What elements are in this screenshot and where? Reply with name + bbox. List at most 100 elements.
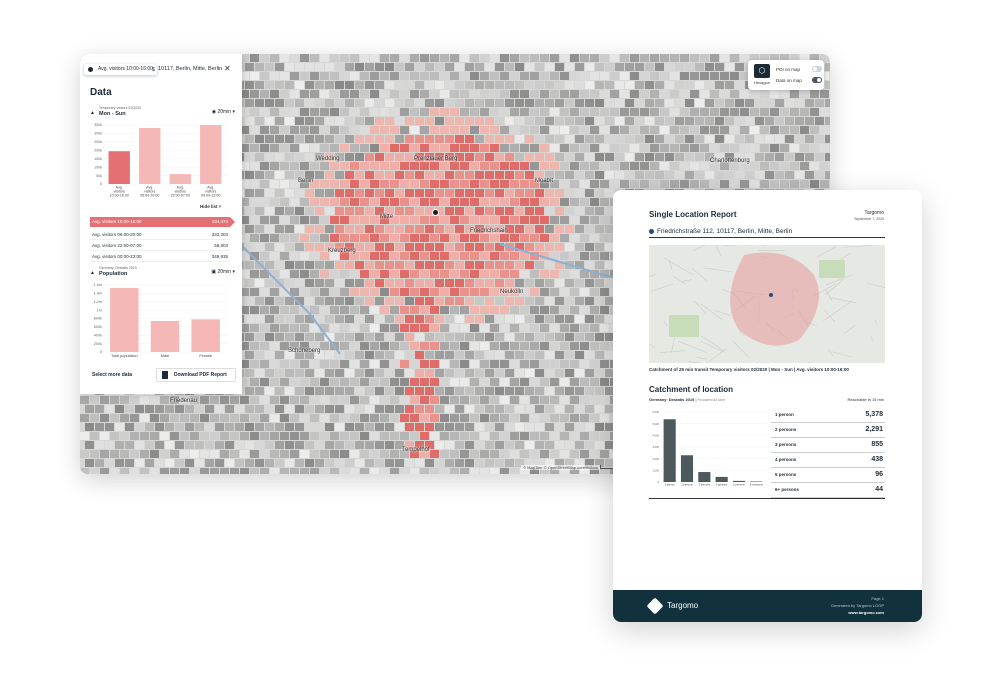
- hexagon-cell: [400, 288, 409, 296]
- hexagon-cell: [470, 414, 479, 422]
- poi-toggle-row[interactable]: POI on map: [776, 66, 822, 72]
- list-item[interactable]: Avg. visitors 00:00-23:00 349,935: [90, 252, 230, 262]
- chevron-up-icon[interactable]: ▲: [90, 110, 95, 116]
- chip-close[interactable]: $: [152, 67, 155, 73]
- hexagon-cell: [280, 324, 289, 332]
- hide-list-toggle[interactable]: Hide list ˄: [200, 204, 221, 209]
- transport-selector[interactable]: ▣ 20min ▾: [211, 269, 235, 275]
- report-address: Friedrichstraße 112, 10117, Berlin, Mitt…: [649, 228, 885, 238]
- hexagon-cell: [540, 54, 549, 62]
- hexagon-cell: [610, 72, 619, 80]
- x-tick-label: Total population: [111, 354, 138, 358]
- hexagon-cell: [255, 441, 264, 449]
- hexagon-cell: [590, 198, 599, 206]
- data-toggle-row[interactable]: Data on map: [776, 77, 822, 83]
- hexagon-cell: [440, 144, 449, 152]
- hexagon-cell: [335, 135, 344, 143]
- hexagon-cell: [125, 405, 134, 413]
- selection-chip[interactable]: Avg. visitors 10:00-16:00: [84, 64, 157, 75]
- hexagon-cell: [720, 108, 729, 116]
- hexagon-cell: [810, 126, 819, 134]
- hexagon-cell: [640, 126, 649, 134]
- hexagon-cell: [435, 63, 444, 71]
- hexagon-cell: [560, 198, 569, 206]
- hexagon-cell: [285, 63, 294, 71]
- hexagon-cell: [530, 54, 539, 62]
- y-tick-label: 350k: [94, 123, 102, 127]
- hexagon-cell: [580, 342, 589, 350]
- hexagon-cell: [270, 144, 279, 152]
- hexagon-cell: [345, 423, 354, 431]
- hexagon-cell: [255, 387, 264, 395]
- hexagon-cell: [465, 333, 474, 341]
- hexagon-cell: [370, 396, 379, 404]
- hexagon-cell: [765, 117, 774, 125]
- hexagon-cell: [260, 288, 269, 296]
- hexagon-cell: [505, 297, 514, 305]
- chevron-up-icon[interactable]: ▲: [90, 270, 95, 276]
- map-attribution[interactable]: © MapTiler © OpenStreetMap contributors: [521, 465, 600, 470]
- hexagon-cell: [325, 297, 334, 305]
- hexagon-cell: [575, 63, 584, 71]
- hexagon-cell: [415, 207, 424, 215]
- hexagon-cell: [460, 162, 469, 170]
- hexagon-cell: [170, 432, 179, 440]
- hexagon-cell: [370, 180, 379, 188]
- hexagon-cell: [280, 378, 289, 386]
- hexagon-cell: [760, 144, 769, 152]
- hexagon-cell: [565, 225, 574, 233]
- hexagon-cell: [600, 180, 609, 188]
- hexagon-cell: [255, 153, 264, 161]
- hexagon-cell: [735, 135, 744, 143]
- download-pdf-button[interactable]: Download PDF Report: [156, 368, 236, 382]
- hexagon-cell: [280, 108, 289, 116]
- list-item[interactable]: Avg. visitors 06:00-20:00 332,303: [90, 230, 230, 240]
- visitors-section-header[interactable]: ▲ Temporary visitors 02/2020 Mon - Sun ◉…: [90, 106, 235, 122]
- hexagon-cell: [245, 225, 254, 233]
- hexagon-cell: [500, 162, 509, 170]
- hexagon-cell: [565, 297, 574, 305]
- hexagon-cell: [620, 126, 629, 134]
- hexagon-cell: [520, 234, 529, 242]
- hexagon-cell: [560, 180, 569, 188]
- hexagon-layer-icon[interactable]: ⬡: [754, 64, 770, 78]
- hexagon-cell: [330, 144, 339, 152]
- hexagon-cell: [570, 288, 579, 296]
- hexagon-cell: [360, 90, 369, 98]
- hexagon-cell: [460, 252, 469, 260]
- hexagon-cell: [315, 63, 324, 71]
- hexagon-cell: [225, 423, 234, 431]
- hexagon-cell: [330, 378, 339, 386]
- hexagon-cell: [665, 117, 674, 125]
- location-pin-icon[interactable]: [432, 209, 439, 216]
- hexagon-cell: [295, 207, 304, 215]
- hexagon-cell: [375, 171, 384, 179]
- hexagon-cell: [260, 198, 269, 206]
- hexagon-cell: [275, 171, 284, 179]
- hexagon-cell: [355, 99, 364, 107]
- transport-selector[interactable]: ◉ 20min ▾: [212, 109, 235, 115]
- data-toggle-switch[interactable]: [812, 77, 822, 83]
- hexagon-cell: [225, 459, 234, 467]
- row-label: 6+ persons: [775, 487, 799, 492]
- hexagon-cell: [405, 261, 414, 269]
- hexagon-cell: [355, 423, 364, 431]
- hexagon-cell: [335, 315, 344, 323]
- hexagon-cell: [280, 360, 289, 368]
- hexagon-cell: [525, 171, 534, 179]
- hexagon-cell: [590, 378, 599, 386]
- hexagon-cell: [540, 90, 549, 98]
- list-item[interactable]: Avg. visitors 22:00-07:00 58,803: [90, 241, 230, 251]
- hexagon-cell: [495, 279, 504, 287]
- select-more-data-button[interactable]: Select more data: [92, 372, 132, 378]
- population-section-header[interactable]: ▲ Germany: Destatis 2019 Population ▣ 20…: [90, 266, 235, 282]
- hexagon-cell: [470, 216, 479, 224]
- poi-toggle-switch[interactable]: [812, 66, 822, 72]
- close-icon[interactable]: ✕: [224, 64, 231, 73]
- hexagon-cell: [265, 99, 274, 107]
- list-item[interactable]: Avg. visitors 10:00-16:00 194,474: [90, 217, 235, 227]
- hexagon-cell: [455, 279, 464, 287]
- hexagon-cell: [420, 306, 429, 314]
- hexagon-cell: [455, 81, 464, 89]
- hexagon-cell: [125, 441, 134, 449]
